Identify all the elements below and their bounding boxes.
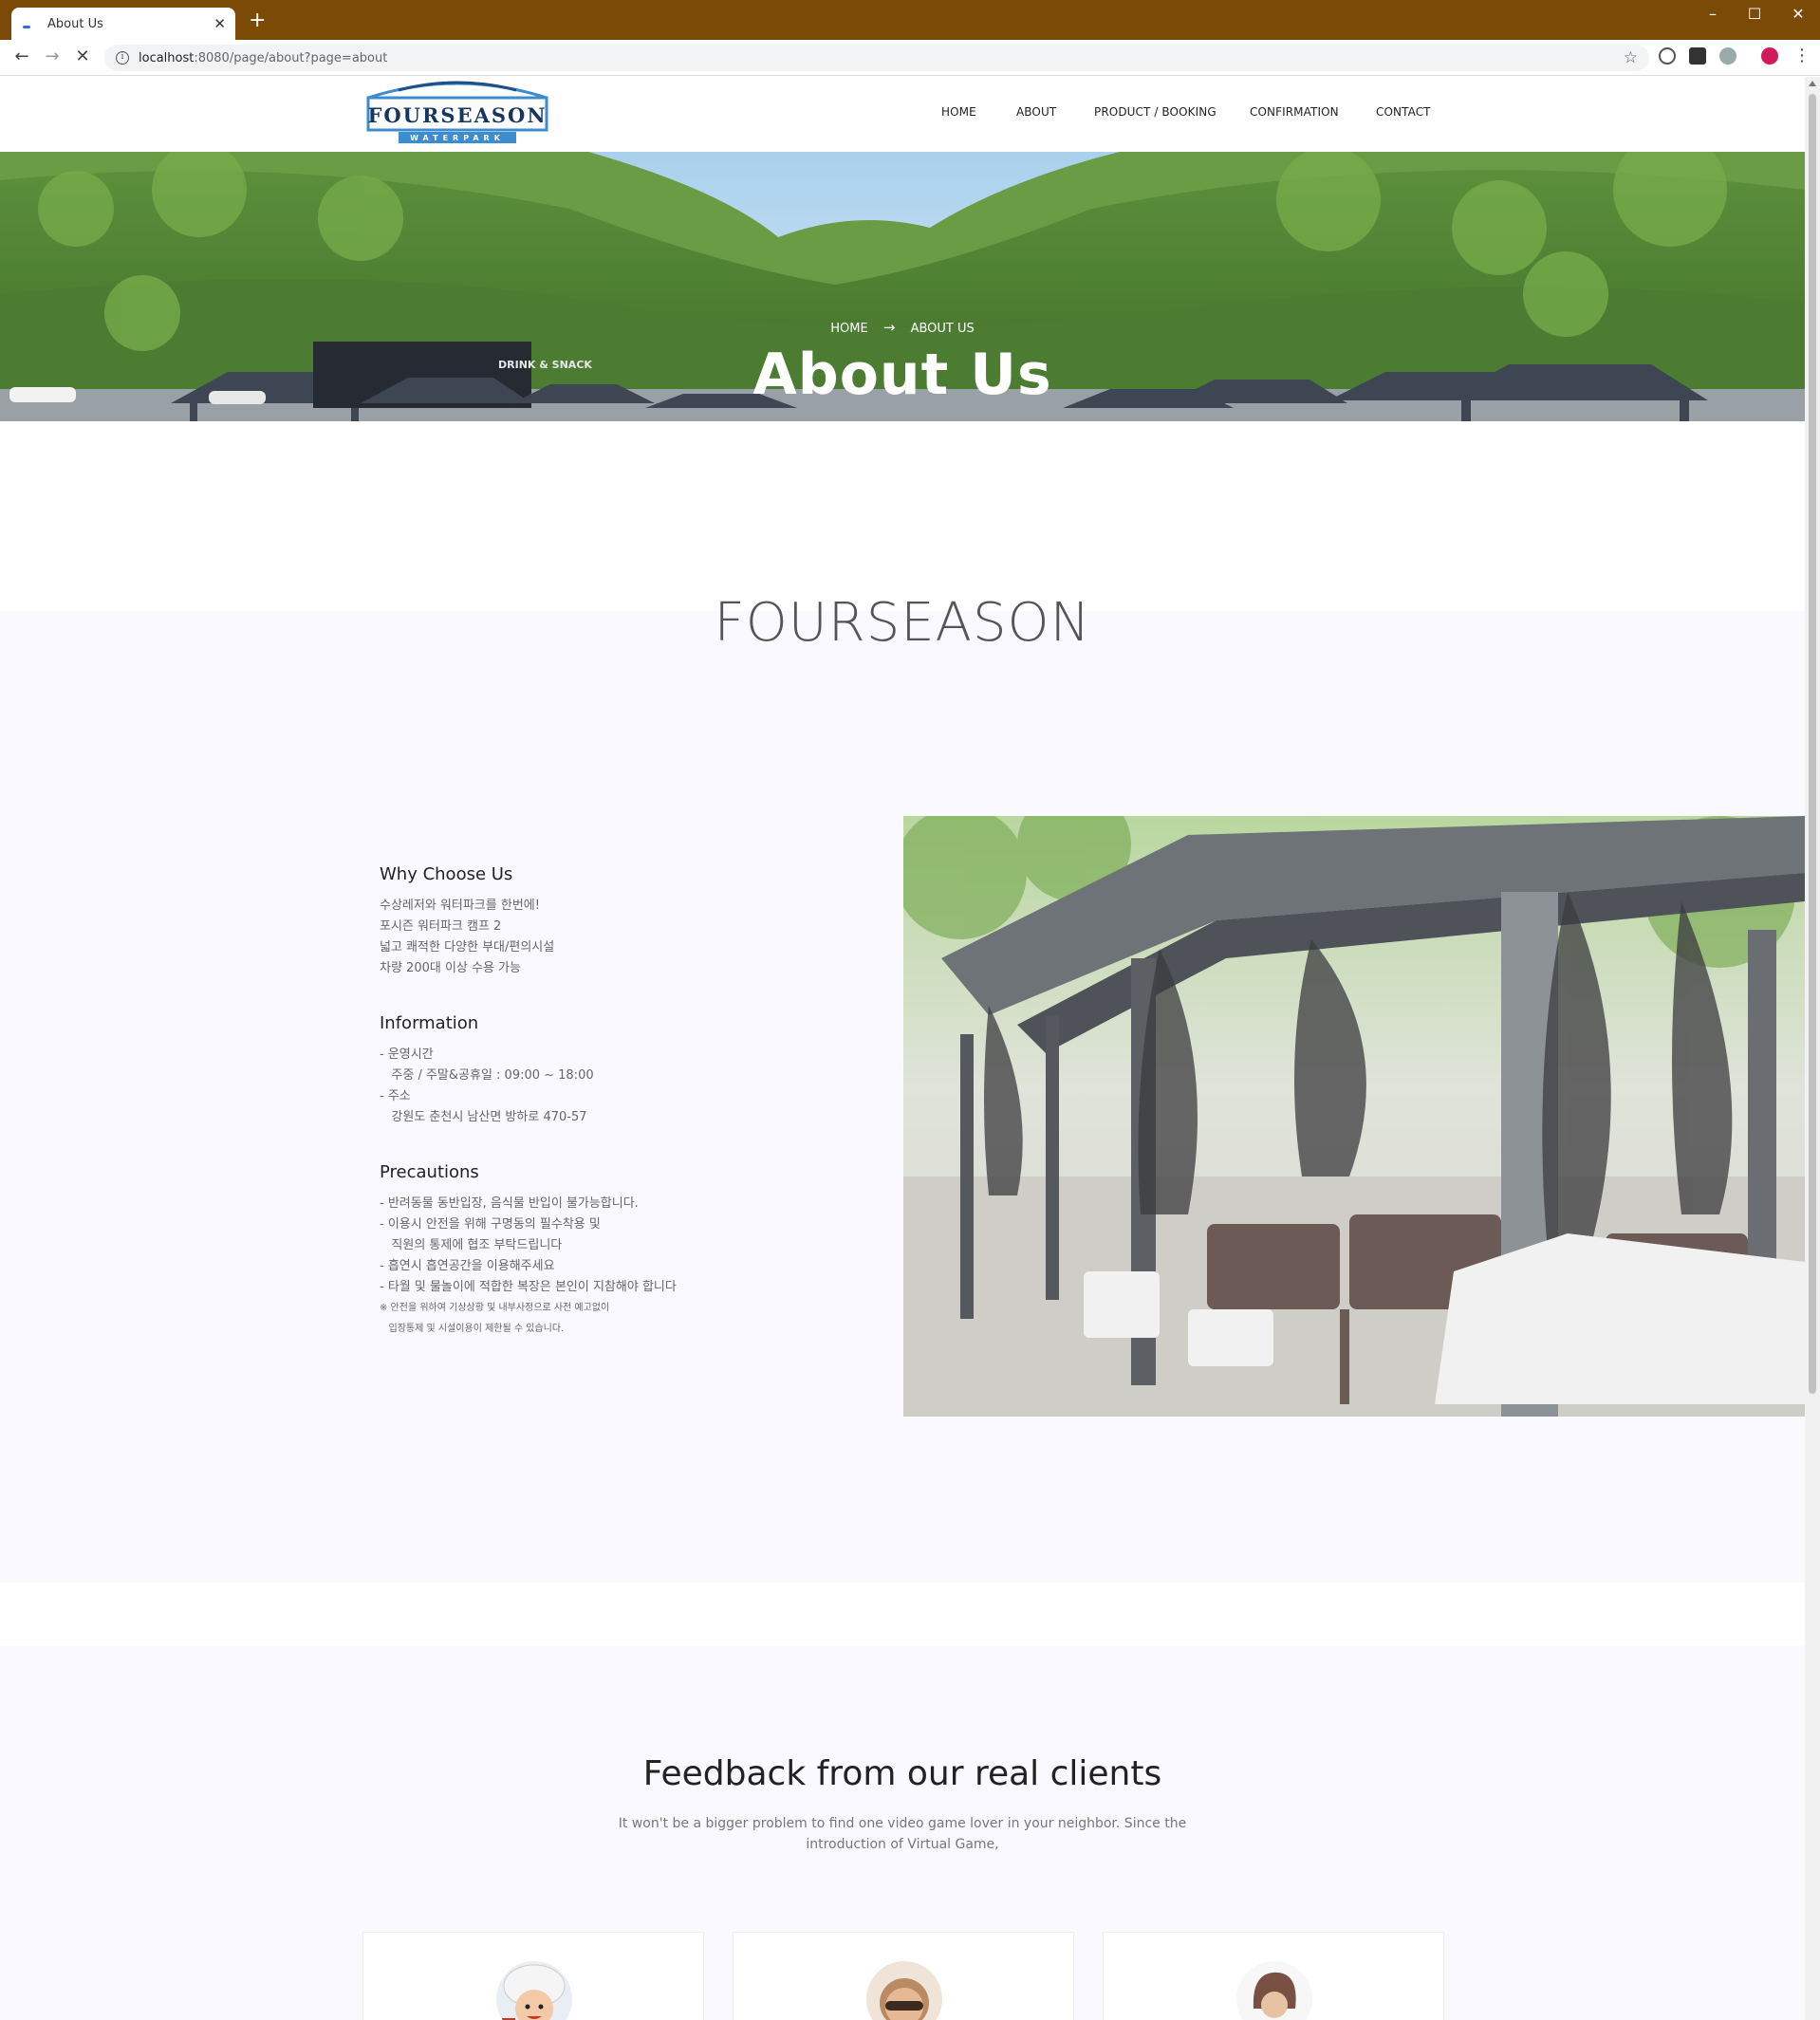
nav-product-booking[interactable]: PRODUCT / BOOKING <box>1094 105 1216 119</box>
why-choose-block: Why Choose Us 수상레저와 워터파크를 한번에! 포시즌 워터파크 … <box>380 864 873 979</box>
scroll-up-icon[interactable] <box>1809 81 1816 86</box>
information-heading: Information <box>380 1013 479 1033</box>
back-icon[interactable]: ← <box>9 46 34 66</box>
tab-title: About Us <box>47 16 103 31</box>
arrow-right-icon: → <box>882 319 896 336</box>
testimonial-card <box>1103 1932 1444 2020</box>
avatar <box>866 1961 942 2020</box>
loading-favicon-icon <box>21 17 34 30</box>
browser-titlebar: About Us ✕ + – ☐ ✕ <box>0 0 1820 40</box>
page-scrollbar[interactable] <box>1805 77 1820 2020</box>
forward-icon[interactable]: → <box>40 46 65 66</box>
nav-confirmation[interactable]: CONFIRMATION <box>1250 105 1339 119</box>
page-title: About Us <box>752 342 1052 408</box>
precautions-block: Precautions - 반려동물 동반입장, 음식물 반입이 불가능합니다.… <box>380 1162 873 1340</box>
page-viewport: FOURSEASON WATERPARK HOME ABOUT PRODUCT … <box>0 77 1805 2020</box>
why-choose-heading: Why Choose Us <box>380 864 513 884</box>
why-line: 포시즌 워터파크 캠프 2 <box>380 919 502 934</box>
information-block: Information - 운영시간 주중 / 주말&공휴일 : 09:00 ~… <box>380 1013 873 1128</box>
breadcrumb-current: ABOUT US <box>910 322 975 336</box>
hero-banner: DRINK & SNACK HOME → ABOUT US About Us <box>0 152 1805 421</box>
feedback-subtitle-line: It won't be a bigger problem to find one… <box>618 1816 1187 1831</box>
svg-text:FOURSEASON: FOURSEASON <box>367 103 547 127</box>
precaution-line: - 타월 및 물놀이에 적합한 복장은 본인이 지참해야 합니다 <box>380 1280 677 1294</box>
site-info-icon[interactable]: i <box>116 51 129 65</box>
stop-loading-icon[interactable]: ✕ <box>70 46 95 66</box>
testimonial-card <box>733 1932 1074 2020</box>
svg-text:WATERPARK: WATERPARK <box>410 134 505 142</box>
info-column: Why Choose Us 수상레저와 워터파크를 한번에! 포시즌 워터파크 … <box>380 864 873 1374</box>
feedback-title: Feedback from our real clients <box>642 1754 1162 1793</box>
gazebo-photo <box>903 816 1805 1417</box>
browser-tab[interactable]: About Us ✕ <box>11 8 235 40</box>
avatar <box>496 1961 572 2020</box>
url-text: localhost:8080/page/about?page=about <box>139 50 388 65</box>
extension-icon[interactable] <box>1689 47 1706 65</box>
feedback-subtitle-line: introduction of Virtual Game, <box>806 1837 999 1852</box>
information-line: - 운영시간 <box>380 1047 434 1062</box>
maximize-icon[interactable]: ☐ <box>1733 4 1776 25</box>
bookmark-star-icon[interactable]: ☆ <box>1624 48 1638 67</box>
why-line: 넓고 쾌적한 다양한 부대/편의시설 <box>380 940 555 954</box>
precaution-line: 직원의 통제에 협조 부탁드립니다 <box>380 1238 563 1252</box>
information-line: 강원도 춘천시 남산면 방하로 470-57 <box>380 1110 587 1124</box>
scrollbar-thumb[interactable] <box>1809 94 1816 1394</box>
breadcrumb: HOME → ABOUT US <box>0 319 1805 336</box>
minimize-icon[interactable]: – <box>1691 4 1735 25</box>
address-bar[interactable]: i localhost:8080/page/about?page=about ☆ <box>104 45 1649 71</box>
site-header: FOURSEASON WATERPARK HOME ABOUT PRODUCT … <box>0 77 1805 152</box>
precaution-line: - 반려동물 동반입장, 음식물 반입이 불가능합니다. <box>380 1196 639 1211</box>
why-line: 차량 200대 이상 수용 가능 <box>380 961 521 975</box>
close-window-icon[interactable]: ✕ <box>1776 4 1820 25</box>
tab-close-icon[interactable]: ✕ <box>214 15 226 32</box>
nav-about[interactable]: ABOUT <box>1016 105 1056 119</box>
information-line: - 주소 <box>380 1089 411 1103</box>
precautions-heading: Precautions <box>380 1162 479 1182</box>
profile-avatar-icon[interactable] <box>1761 47 1778 65</box>
brand-title: FOURSEASON <box>714 592 1091 654</box>
browser-toolbar: ← → ✕ i localhost:8080/page/about?page=a… <box>0 40 1820 76</box>
precaution-note: 입장통제 및 시설이용이 제한될 수 있습니다. <box>380 1324 565 1334</box>
nav-contact[interactable]: CONTACT <box>1376 105 1431 119</box>
site-logo[interactable]: FOURSEASON WATERPARK <box>361 81 554 149</box>
precaution-line: - 이용시 안전을 위해 구명동의 필수착용 및 <box>380 1217 601 1232</box>
extension-eye-icon[interactable] <box>1719 47 1736 65</box>
block-extension-icon[interactable] <box>1659 47 1676 65</box>
precaution-note: ※ 안전을 위하여 기상상황 및 내부사정으로 사전 예고없이 <box>380 1303 610 1313</box>
nav-home[interactable]: HOME <box>941 105 976 119</box>
browser-menu-icon[interactable]: ⋮ <box>1793 46 1811 65</box>
new-tab-icon[interactable]: + <box>249 9 266 32</box>
information-line: 주중 / 주말&공휴일 : 09:00 ~ 18:00 <box>380 1068 594 1083</box>
precaution-line: - 흡연시 흡연공간을 이용해주세요 <box>380 1259 555 1273</box>
why-line: 수상레저와 워터파크를 한번에! <box>380 899 540 913</box>
breadcrumb-home[interactable]: HOME <box>830 322 867 336</box>
testimonial-card <box>362 1932 704 2020</box>
feedback-subtitle: It won't be a bigger problem to find one… <box>617 1813 1188 1855</box>
avatar <box>1236 1961 1312 2020</box>
